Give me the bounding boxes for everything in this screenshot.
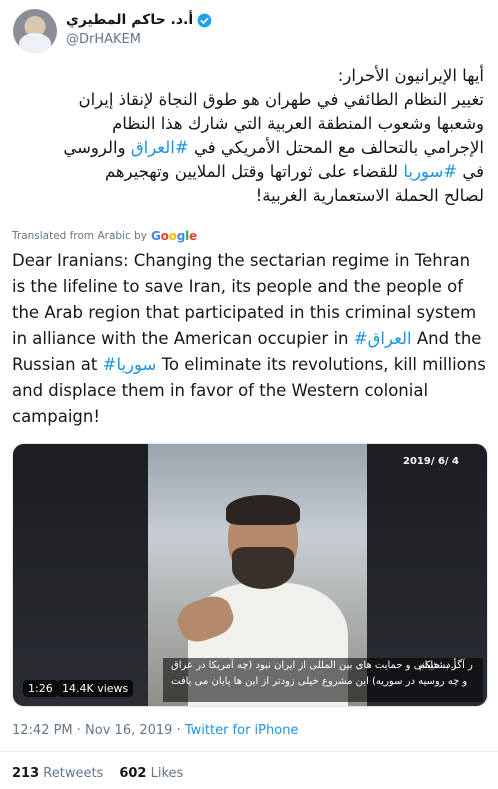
arabic-line: تغيير النظام الطائفي في طهران هو طوق الن… bbox=[78, 90, 484, 109]
divider bbox=[0, 751, 498, 752]
arabic-text: للقضاء على ثوراتها وقتل الملايين وتهجيره… bbox=[104, 162, 404, 181]
video-duration-badge: 1:26 bbox=[23, 680, 58, 697]
hashtag-iraq-link[interactable]: #العراق bbox=[131, 138, 189, 157]
verified-badge-icon bbox=[197, 13, 212, 27]
arabic-line: وشعبها وشعوب المنطقة العربية التي شارك ه… bbox=[112, 114, 484, 133]
hashtag-iraq-link[interactable]: #العراق bbox=[354, 329, 412, 348]
retweets-count: 213 bbox=[12, 766, 40, 781]
arabic-line: لصالح الحملة الاستعمارية الغربية! bbox=[255, 186, 484, 205]
arabic-text: في bbox=[457, 162, 484, 181]
arabic-line: أيها الإيرانيون الأحرار: bbox=[337, 66, 484, 85]
tweet-meta: 12:42 PM · Nov 16, 2019 · Twitter for iP… bbox=[12, 723, 298, 738]
arabic-text: والروسي bbox=[63, 138, 131, 157]
google-logo-icon[interactable]: Google bbox=[151, 229, 197, 243]
video-views-badge: 14.4K views bbox=[57, 680, 134, 697]
translation-attribution: Translated from Arabic by Google bbox=[12, 229, 197, 243]
video-letterbox-left bbox=[13, 444, 148, 706]
arabic-line: في #سوريا للقضاء على ثوراتها وقتل الملاي… bbox=[12, 160, 484, 184]
name-row: أ.د. حاكم المطيري bbox=[66, 12, 212, 28]
video-date-overlay: 2019/ 6/ 4 bbox=[402, 456, 459, 467]
video-name-ticker: أ.د. حاكم bbox=[419, 660, 457, 671]
display-name[interactable]: أ.د. حاكم المطيري bbox=[66, 12, 193, 28]
tweet-text-arabic: أيها الإيرانيون الأحرار: تغيير النظام ال… bbox=[12, 64, 484, 208]
likes-stat[interactable]: 602 Likes bbox=[119, 766, 183, 781]
tweet-source-link[interactable]: Twitter for iPhone bbox=[185, 723, 299, 738]
hashtag-syria-link[interactable]: #سوريا bbox=[403, 162, 457, 181]
arabic-line: الإجرامي بالتحالف مع المحتل الأمريكي في … bbox=[12, 136, 484, 160]
likes-label: Likes bbox=[150, 766, 184, 781]
avatar[interactable] bbox=[13, 9, 57, 53]
video-player[interactable]: 2019/ 6/ 4 ر آگر بشتیبانی و حمایت های بی… bbox=[12, 443, 488, 707]
video-subtitle-line: و چه روسیه در سوریه) این مشروع خیلی زودت… bbox=[171, 676, 468, 687]
tweet-timestamp[interactable]: 12:42 PM · Nov 16, 2019 · bbox=[12, 723, 185, 738]
arabic-text: الإجرامي بالتحالف مع المحتل الأمريكي في bbox=[188, 138, 484, 157]
retweets-label: Retweets bbox=[43, 766, 104, 781]
translated-label: Translated from Arabic by bbox=[12, 230, 147, 242]
engagement-stats: 213 Retweets 602 Likes bbox=[12, 766, 183, 781]
likes-count: 602 bbox=[119, 766, 147, 781]
tweet-header: أ.د. حاكم المطيري @DrHAKEM bbox=[0, 0, 498, 56]
tweet-text-translated: Dear Iranians: Changing the sectarian re… bbox=[12, 248, 488, 430]
retweets-stat[interactable]: 213 Retweets bbox=[12, 766, 103, 781]
hashtag-syria-link[interactable]: #سوريا bbox=[103, 355, 157, 374]
user-handle[interactable]: @DrHAKEM bbox=[66, 32, 141, 47]
